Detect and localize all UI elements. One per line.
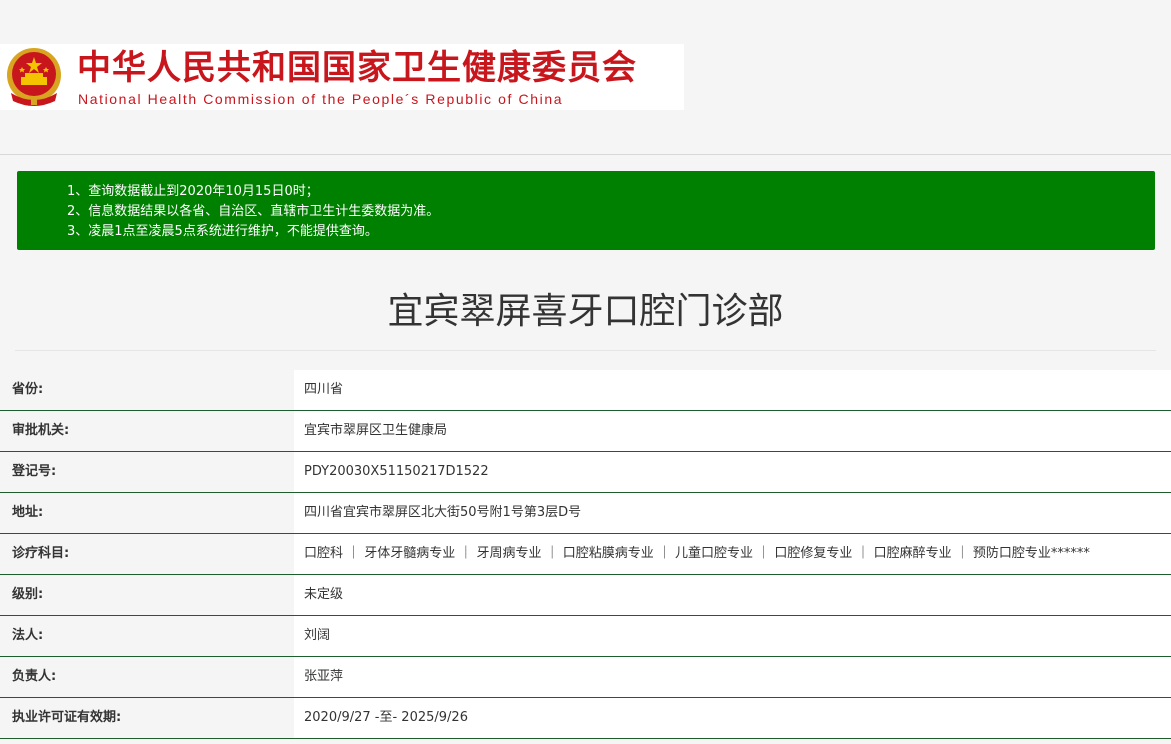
- info-row-registration-number: 登记号: PDY20030X51150217D1522: [0, 452, 1171, 493]
- info-table: 省份: 四川省 审批机关: 宜宾市翠屏区卫生健康局 登记号: PDY20030X…: [0, 370, 1171, 739]
- info-value: 未定级: [294, 575, 1171, 615]
- info-value: 2020/9/27 -至- 2025/9/26: [294, 698, 1171, 738]
- info-row-legal-person: 法人: 刘阔: [0, 616, 1171, 657]
- info-value: 四川省宜宾市翠屏区北大街50号附1号第3层D号: [294, 493, 1171, 533]
- info-value: 刘阔: [294, 616, 1171, 656]
- info-label: 审批机关:: [0, 411, 294, 451]
- info-value: PDY20030X51150217D1522: [294, 452, 1171, 492]
- info-label: 诊疗科目:: [0, 534, 294, 574]
- info-label: 登记号:: [0, 452, 294, 492]
- notice-line: 1、查询数据截止到2020年10月15日0时；: [67, 184, 319, 199]
- info-row-province: 省份: 四川省: [0, 370, 1171, 411]
- info-value: 口腔科 ｜ 牙体牙髓病专业 ｜ 牙周病专业 ｜ 口腔粘膜病专业 ｜ 儿童口腔专业…: [294, 534, 1171, 574]
- site-title-cn: 中华人民共和国国家卫生健康委员会: [77, 48, 637, 88]
- info-value: 四川省: [294, 370, 1171, 410]
- info-row-approval-authority: 审批机关: 宜宾市翠屏区卫生健康局: [0, 411, 1171, 452]
- notice-line: 3、凌晨1点至凌晨5点系统进行维护，不能提供查询。: [67, 224, 378, 239]
- national-emblem-icon: [7, 48, 61, 106]
- notice-box: 1、查询数据截止到2020年10月15日0时； 2、信息数据结果以各省、自治区、…: [17, 171, 1155, 250]
- info-row-person-in-charge: 负责人: 张亚萍: [0, 657, 1171, 698]
- page-title: 宜宾翠屏喜牙口腔门诊部: [387, 291, 784, 332]
- info-label: 法人:: [0, 616, 294, 656]
- header-divider: [0, 154, 1171, 155]
- info-row-departments: 诊疗科目: 口腔科 ｜ 牙体牙髓病专业 ｜ 牙周病专业 ｜ 口腔粘膜病专业 ｜ …: [0, 534, 1171, 575]
- info-label: 负责人:: [0, 657, 294, 697]
- info-label: 地址:: [0, 493, 294, 533]
- info-label: 级别:: [0, 575, 294, 615]
- info-value: 宜宾市翠屏区卫生健康局: [294, 411, 1171, 451]
- info-value: 张亚萍: [294, 657, 1171, 697]
- info-label: 省份:: [0, 370, 294, 410]
- info-row-level: 级别: 未定级: [0, 575, 1171, 616]
- info-label: 执业许可证有效期:: [0, 698, 294, 738]
- info-row-address: 地址: 四川省宜宾市翠屏区北大街50号附1号第3层D号: [0, 493, 1171, 534]
- title-divider: [15, 350, 1156, 351]
- site-title-en: National Health Commission of the People…: [78, 91, 564, 107]
- site-header: 中华人民共和国国家卫生健康委员会 National Health Commiss…: [0, 44, 684, 110]
- info-row-license-validity: 执业许可证有效期: 2020/9/27 -至- 2025/9/26: [0, 698, 1171, 739]
- notice-line: 2、信息数据结果以各省、自治区、直辖市卫生计生委数据为准。: [67, 204, 440, 219]
